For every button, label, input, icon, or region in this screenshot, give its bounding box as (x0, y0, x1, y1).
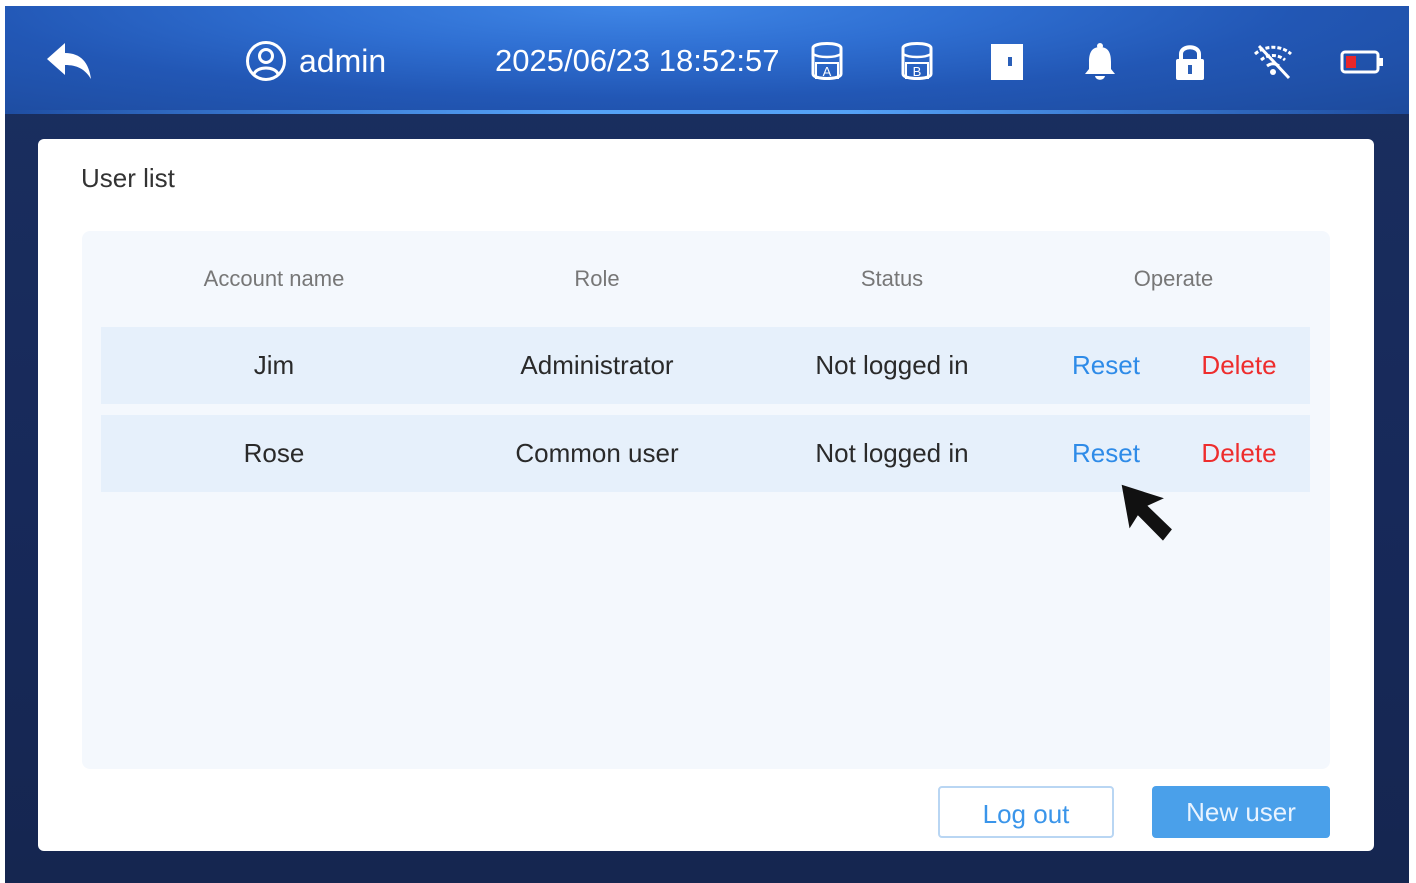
back-button[interactable] (39, 36, 99, 86)
account-name-cell: Rose (243, 438, 305, 468)
role-cell: Administrator (520, 350, 674, 380)
lock-status[interactable] (1167, 39, 1213, 85)
username-label: admin (299, 42, 387, 79)
back-arrow-icon (47, 43, 91, 79)
panel-title: User list (81, 163, 175, 193)
user-circle-icon (246, 41, 286, 81)
header-divider (5, 110, 1409, 114)
battery-status[interactable] (1337, 39, 1387, 85)
log-out-button[interactable]: Log out (938, 786, 1114, 838)
role-cell: Common user (515, 438, 679, 468)
reset-button[interactable]: Reset (1061, 327, 1151, 404)
bell-icon (1085, 43, 1115, 80)
wifi-off-icon (1253, 44, 1293, 80)
column-header-role: Role (574, 266, 620, 291)
svg-text:A: A (823, 64, 832, 79)
datetime-label: 2025/06/23 18:52:57 (495, 43, 780, 78)
tank-a-status[interactable]: A (804, 39, 850, 85)
pointer-cursor-icon (1121, 484, 1172, 541)
tank-a-icon: A (811, 42, 843, 80)
column-header-operate: Operate (1133, 266, 1214, 291)
device-screen: admin 2025/06/23 18:52:57 A B User list … (5, 6, 1409, 883)
wifi-status[interactable] (1250, 39, 1296, 85)
tank-b-status[interactable]: B (894, 39, 940, 85)
battery-low-icon (1340, 50, 1383, 74)
status-cell: Not logged in (815, 438, 969, 468)
door-status[interactable] (984, 39, 1030, 85)
column-header-account-name: Account name (203, 266, 345, 291)
delete-button[interactable]: Delete (1191, 415, 1287, 492)
door-icon (991, 44, 1023, 80)
account-name-cell: Jim (253, 350, 295, 380)
tank-b-icon: B (901, 42, 933, 80)
svg-text:B: B (913, 64, 922, 79)
delete-button[interactable]: Delete (1191, 327, 1287, 404)
alarm-status[interactable] (1077, 39, 1123, 85)
table-header: Account name Role Status Operate (101, 257, 1310, 301)
column-header-status: Status (860, 266, 924, 291)
top-status-bar: admin 2025/06/23 18:52:57 A B (5, 6, 1409, 114)
new-user-button[interactable]: New user (1152, 786, 1330, 838)
status-cell: Not logged in (815, 350, 969, 380)
current-user: admin (245, 36, 386, 86)
lock-icon (1176, 45, 1204, 80)
table-row: Jim Administrator Not logged in Reset De… (101, 327, 1310, 404)
